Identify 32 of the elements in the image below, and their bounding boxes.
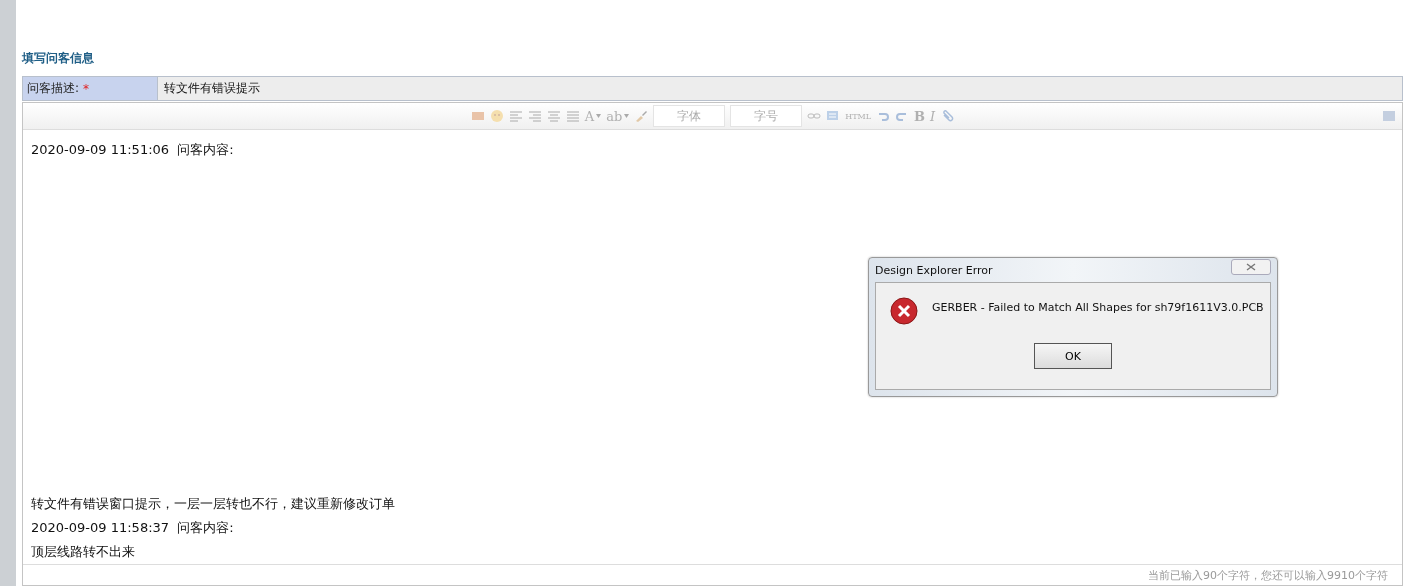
align-right-icon[interactable] bbox=[527, 109, 542, 123]
close-button[interactable] bbox=[1231, 259, 1271, 275]
format-button[interactable]: HTML bbox=[845, 111, 872, 121]
image-icon[interactable] bbox=[470, 109, 485, 123]
error-icon bbox=[890, 297, 918, 325]
error-message: GERBER - Failed to Match All Shapes for sh79f1611V3.0.PCB bbox=[932, 301, 1264, 314]
caret-icon bbox=[624, 114, 630, 118]
rich-text-editor[interactable] bbox=[22, 102, 1403, 586]
content-text: 顶层线路转不出来 bbox=[31, 543, 136, 561]
format-button[interactable]: ab bbox=[606, 108, 630, 124]
ok-button[interactable]: OK bbox=[1034, 343, 1112, 369]
dialog-title: Design Explorer Error bbox=[875, 263, 993, 277]
bold-button[interactable]: B bbox=[914, 108, 926, 124]
content-text: 2020-09-09 11:58:37 问客内容: bbox=[31, 519, 235, 537]
section-title: 填写问客信息 bbox=[22, 50, 95, 67]
brush-icon[interactable] bbox=[634, 109, 649, 123]
align-center-icon[interactable] bbox=[546, 109, 561, 123]
justify-icon[interactable] bbox=[565, 109, 580, 123]
fullscreen-icon[interactable] bbox=[1382, 109, 1396, 123]
close-icon bbox=[1246, 263, 1256, 271]
paperclip-icon[interactable] bbox=[940, 109, 955, 123]
picture-icon[interactable] bbox=[826, 109, 841, 123]
align-left-icon[interactable] bbox=[508, 109, 523, 123]
character-counter: 当前已输入90个字符，您还可以输入9910个字符 bbox=[1148, 567, 1388, 583]
dropdown-select[interactable]: 字号 bbox=[730, 105, 803, 127]
format-button[interactable]: A bbox=[584, 108, 602, 124]
caret-icon bbox=[596, 114, 602, 118]
content-text: 2020-09-09 11:51:06 问客内容: bbox=[31, 141, 235, 159]
italic-button[interactable]: I bbox=[930, 108, 936, 124]
dropdown-select[interactable]: 字体 bbox=[653, 105, 726, 127]
content-text: 转文件有错误窗口提示，一层一层转也不行，建议重新修改订单 bbox=[31, 495, 396, 513]
smiley-icon[interactable] bbox=[489, 109, 504, 123]
